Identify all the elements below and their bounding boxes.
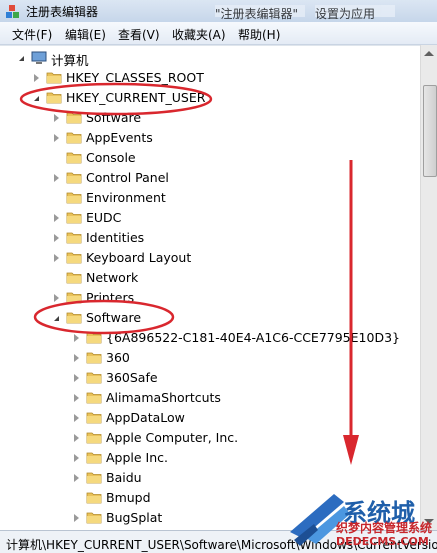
watermark-domain: DEDECMS.COM bbox=[336, 535, 429, 548]
expand-arrow-icon[interactable] bbox=[74, 414, 79, 422]
annotation-down-arrow bbox=[343, 160, 359, 465]
title-bar[interactable]: 注册表编辑器 "注册表编辑器" 设置为应用 bbox=[0, 0, 437, 22]
vertical-scrollbar[interactable] bbox=[420, 45, 437, 530]
expand-arrow-icon[interactable] bbox=[19, 56, 24, 61]
expand-arrow-icon[interactable] bbox=[74, 514, 79, 522]
menu-bar: 文件(F) 编辑(E) 查看(V) 收藏夹(A) 帮助(H) bbox=[0, 22, 437, 45]
folder-icon bbox=[86, 512, 102, 524]
expand-arrow-icon[interactable] bbox=[54, 134, 59, 142]
folder-icon bbox=[66, 132, 82, 144]
tree-node-label: Control Panel bbox=[86, 170, 169, 185]
tree-node-label: Apple Inc. bbox=[106, 450, 169, 465]
tree-node-label: Network bbox=[86, 270, 139, 285]
scroll-up-icon[interactable] bbox=[424, 51, 434, 56]
expand-arrow-icon[interactable] bbox=[74, 374, 79, 382]
tree-node-label: AppDataLow bbox=[106, 410, 185, 425]
menu-file[interactable]: 文件(F) bbox=[12, 26, 52, 43]
annotation-ellipse-hkcu bbox=[19, 82, 213, 116]
tree-root-label: 计算机 bbox=[51, 53, 89, 68]
expand-arrow-icon[interactable] bbox=[74, 434, 79, 442]
tree-node-label: 360 bbox=[106, 350, 130, 365]
folder-icon bbox=[66, 152, 82, 164]
folder-icon bbox=[66, 172, 82, 184]
folder-icon bbox=[86, 432, 102, 444]
menu-view[interactable]: 查看(V) bbox=[118, 26, 160, 43]
folder-icon bbox=[66, 212, 82, 224]
annotation-ellipse-software bbox=[33, 299, 175, 335]
tree-node-label: Keyboard Layout bbox=[86, 250, 192, 265]
tree-node-label: Console bbox=[86, 150, 136, 165]
tree-node-label: Apple Computer, Inc. bbox=[106, 430, 239, 445]
folder-icon bbox=[66, 232, 82, 244]
tree-node-label: AppEvents bbox=[86, 130, 153, 145]
folder-icon bbox=[86, 492, 102, 504]
tree-node-label: 360Safe bbox=[106, 370, 158, 385]
expand-arrow-icon[interactable] bbox=[54, 174, 59, 182]
folder-icon bbox=[66, 272, 82, 284]
folder-icon bbox=[86, 352, 102, 364]
folder-icon bbox=[86, 392, 102, 404]
tree-node[interactable]: AppEvents bbox=[0, 128, 420, 148]
menu-help[interactable]: 帮助(H) bbox=[238, 26, 280, 43]
scroll-thumb[interactable] bbox=[423, 85, 437, 177]
title-ghost-text-2: 设置为应用 bbox=[315, 5, 395, 21]
expand-arrow-icon[interactable] bbox=[74, 354, 79, 362]
tree-node[interactable]: Baidu bbox=[0, 468, 420, 488]
folder-icon bbox=[66, 252, 82, 264]
menu-favorites[interactable]: 收藏夹(A) bbox=[172, 26, 226, 43]
expand-arrow-icon[interactable] bbox=[74, 394, 79, 402]
tree-node-label: Environment bbox=[86, 190, 166, 205]
tree-node-label: Baidu bbox=[106, 470, 142, 485]
tree-node-label: Bmupd bbox=[106, 490, 151, 505]
title-ghost-text: "注册表编辑器" bbox=[215, 5, 305, 21]
tree-node-label: BugSplat bbox=[106, 510, 163, 525]
folder-icon bbox=[86, 412, 102, 424]
computer-icon bbox=[31, 51, 47, 64]
folder-icon bbox=[86, 372, 102, 384]
folder-icon bbox=[66, 192, 82, 204]
expand-arrow-icon[interactable] bbox=[54, 234, 59, 242]
folder-icon bbox=[86, 472, 102, 484]
expand-arrow-icon[interactable] bbox=[54, 254, 59, 262]
expand-arrow-icon[interactable] bbox=[74, 454, 79, 462]
menu-edit[interactable]: 编辑(E) bbox=[65, 26, 106, 43]
tree-root-computer[interactable]: 计算机 bbox=[0, 48, 420, 68]
expand-arrow-icon[interactable] bbox=[74, 474, 79, 482]
tree-node-label: AlimamaShortcuts bbox=[106, 390, 221, 405]
regedit-app-icon bbox=[6, 5, 19, 18]
watermark-subtitle: 织梦内容管理系统 bbox=[336, 521, 433, 535]
expand-arrow-icon[interactable] bbox=[54, 214, 59, 222]
window-title: 注册表编辑器 bbox=[26, 5, 99, 19]
folder-icon bbox=[86, 452, 102, 464]
tree-node-label: EUDC bbox=[86, 210, 122, 225]
tree-node-label: Identities bbox=[86, 230, 145, 245]
